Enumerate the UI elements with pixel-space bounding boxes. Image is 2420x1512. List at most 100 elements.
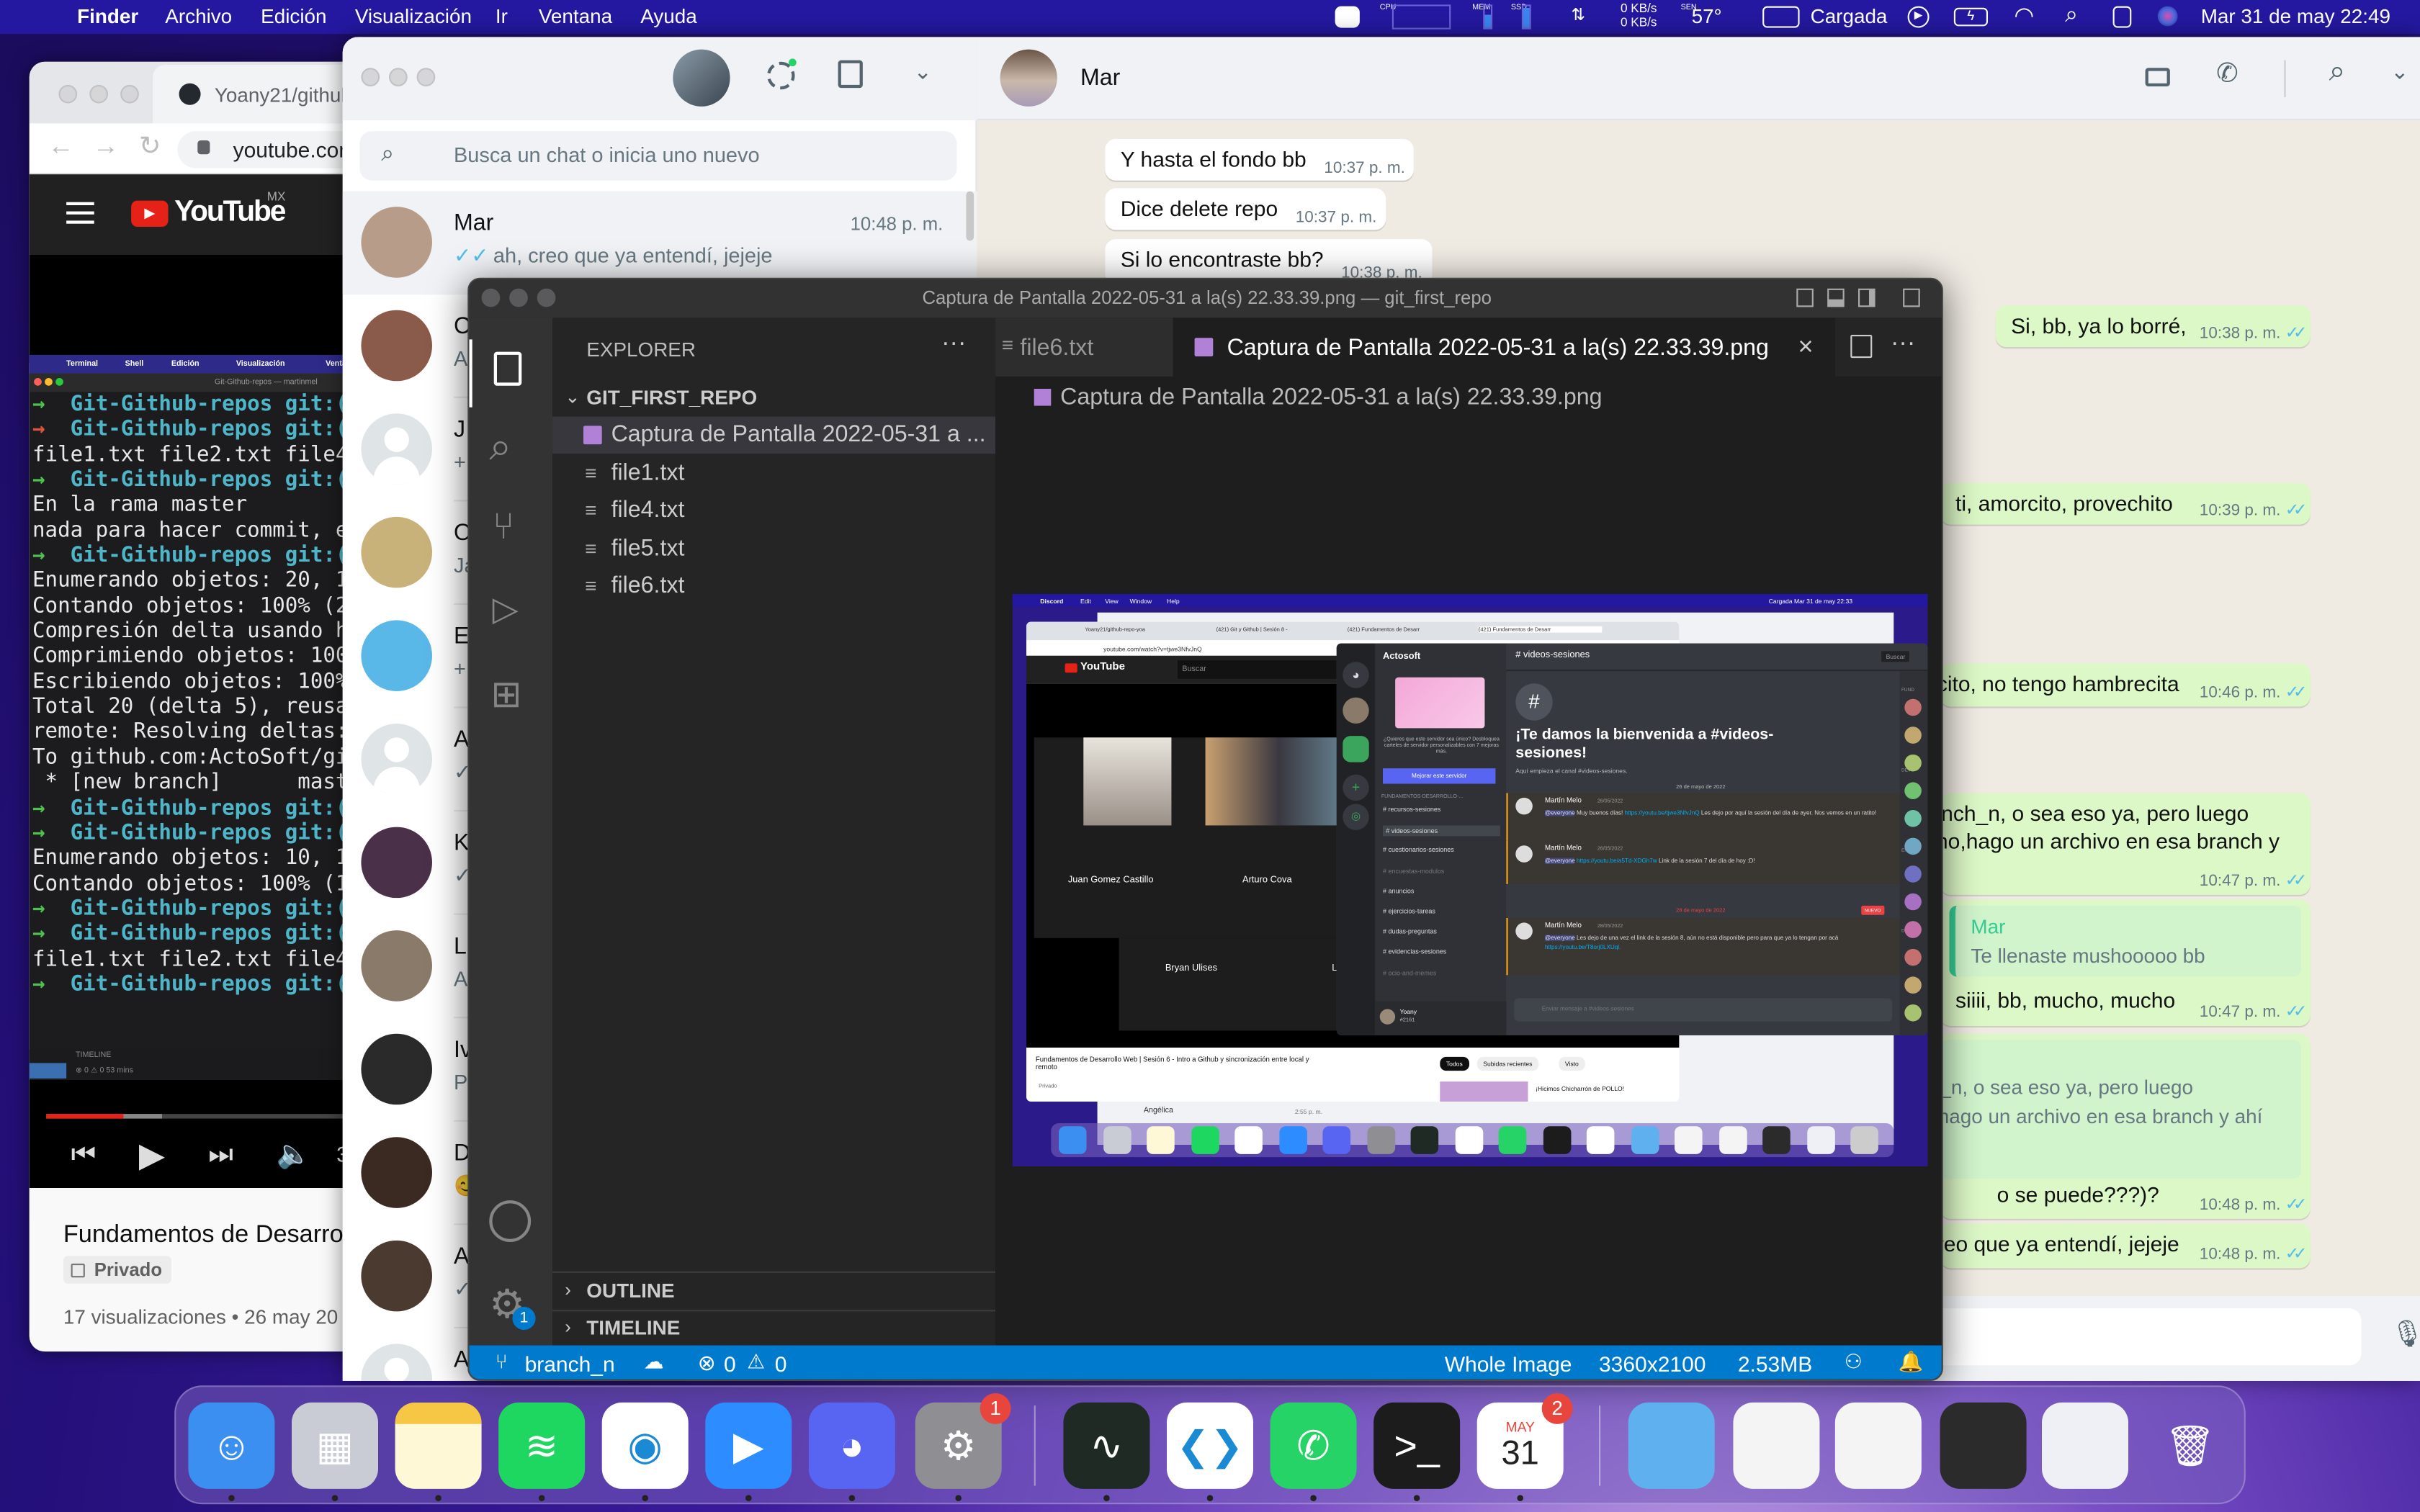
run-debug-icon[interactable]: ▷ <box>493 590 519 630</box>
back-icon[interactable]: ← <box>48 131 73 162</box>
menu-chevron-icon[interactable]: ⌄ <box>2390 58 2408 84</box>
minimize-window-button[interactable] <box>509 288 528 307</box>
extensions-icon[interactable]: ⊞ <box>490 672 521 717</box>
close-window-button[interactable] <box>361 68 380 86</box>
contact-avatar[interactable] <box>1000 49 1057 107</box>
toggle-sidebar-icon[interactable] <box>1796 288 1814 307</box>
contact-name[interactable]: Mar <box>1080 65 1120 91</box>
close-window-button[interactable] <box>58 84 78 104</box>
zoom-window-button[interactable] <box>537 288 556 307</box>
menu-edicion[interactable]: Edición <box>261 4 326 27</box>
ssd-gauge[interactable] <box>1521 4 1531 30</box>
dock-whatsapp-icon[interactable]: ✆ <box>1270 1402 1357 1501</box>
voice-call-icon[interactable]: ✆ <box>2216 58 2238 89</box>
toggle-panel-icon[interactable] <box>1827 288 1845 307</box>
menu-visualizacion[interactable]: Visualización <box>355 4 472 27</box>
branch-name[interactable]: branch_n <box>525 1351 615 1376</box>
play-icon[interactable]: ▶ <box>139 1135 165 1176</box>
tab-file6[interactable]: ≡ file6.txt <box>995 318 1173 377</box>
dock-launchpad-icon[interactable]: ▦ <box>292 1402 378 1501</box>
dock-terminal-icon[interactable]: >_ <box>1373 1402 1461 1501</box>
new-chat-icon[interactable] <box>838 60 863 89</box>
clock[interactable]: Mar 31 de may 22:49 <box>2201 4 2390 27</box>
menu-ir[interactable]: Ir <box>496 4 508 27</box>
warning-icon[interactable]: ⚠ <box>747 1350 765 1374</box>
search-input[interactable]: ⌕ Busca un chat o inicia uno nuevo <box>359 131 957 181</box>
tab-screenshot-png[interactable]: Captura de Pantalla 2022-05-31 a la(s) 2… <box>1173 318 1835 377</box>
dock-recent-4-icon[interactable] <box>2042 1402 2128 1489</box>
zoom-status-icon[interactable] <box>1335 6 1360 28</box>
menu-ayuda[interactable]: Ayuda <box>640 4 697 27</box>
battery-status[interactable]: Cargada <box>1811 4 1888 27</box>
more-actions-icon[interactable]: ··· <box>941 330 966 359</box>
siri-icon[interactable] <box>2157 6 2178 27</box>
close-tab-icon[interactable]: × <box>1798 332 1813 363</box>
dock-discord-icon[interactable]: ◕ <box>808 1402 895 1501</box>
minimize-window-button[interactable] <box>89 84 108 104</box>
minimize-window-button[interactable] <box>389 68 408 86</box>
error-icon[interactable]: ⊗ <box>698 1350 716 1376</box>
reload-icon[interactable]: ↻ <box>139 131 161 162</box>
chevron-down-icon[interactable]: ⌄ <box>565 386 581 408</box>
profile-avatar[interactable] <box>673 49 730 107</box>
dock-notes-icon[interactable] <box>395 1402 482 1501</box>
file-tree-item[interactable]: Captura de Pantalla 2022-05-31 a ... <box>552 416 996 454</box>
dock-vscode-icon[interactable]: ❮❯ <box>1167 1402 1253 1501</box>
next-icon[interactable]: ⏭ <box>208 1138 233 1171</box>
file-tree-item[interactable]: ≡ file4.txt <box>552 492 995 529</box>
dock-spotify-icon[interactable]: ≋ <box>498 1402 586 1501</box>
menu-archivo[interactable]: Archivo <box>165 4 232 27</box>
control-center-icon[interactable] <box>2112 6 2132 28</box>
explorer-icon[interactable] <box>493 351 522 386</box>
menu-app-name[interactable]: Finder <box>77 4 138 27</box>
temperature[interactable]: 57° <box>1692 4 1722 27</box>
file-tree-item[interactable]: ≡ file1.txt <box>552 454 995 491</box>
dock-recent-2-icon[interactable] <box>1834 1402 1922 1489</box>
microphone-icon[interactable]: 🎙 <box>2390 1319 2420 1350</box>
dock-trash-icon[interactable]: 🗑 <box>2147 1403 2233 1489</box>
spotlight-search-icon[interactable]: ⌕ <box>2065 1 2078 27</box>
customize-layout-icon[interactable] <box>1903 288 1920 307</box>
previous-icon[interactable]: ⏮ <box>71 1138 97 1171</box>
image-preview[interactable]: Discord Edit View Window Help Cargada Ma… <box>1012 594 1928 1166</box>
dock-recent-3-icon[interactable] <box>1940 1402 2027 1489</box>
chat-list-scrollbar[interactable] <box>966 191 974 241</box>
outline-section[interactable]: OUTLINE <box>586 1279 674 1302</box>
image-zoom-status[interactable]: Whole Image <box>1445 1351 1572 1376</box>
zoom-window-button[interactable] <box>120 84 139 104</box>
battery-icon[interactable]: ϟ <box>1953 7 1988 27</box>
publish-cloud-icon[interactable]: ☁ <box>644 1350 664 1374</box>
cpu-graph[interactable] <box>1392 4 1451 30</box>
breadcrumb[interactable]: Captura de Pantalla 2022-05-31 a la(s) 2… <box>1060 384 1602 410</box>
timeline-section[interactable]: TIMELINE <box>586 1316 680 1339</box>
feedback-icon[interactable]: ⚇ <box>1845 1350 1863 1374</box>
search-messages-icon[interactable]: ⌕ <box>2329 55 2346 89</box>
dock-recent-1-icon[interactable] <box>1733 1402 1820 1489</box>
split-editor-icon[interactable] <box>1850 335 1873 359</box>
notifications-bell-icon[interactable]: 🔔 <box>1899 1350 1924 1374</box>
toggle-secondary-sidebar-icon[interactable] <box>1858 288 1876 307</box>
dock-activity-monitor-icon[interactable]: ∿ <box>1063 1402 1150 1501</box>
dock-finder-icon[interactable]: ☺ <box>188 1402 275 1501</box>
warning-count[interactable]: 0 <box>775 1351 787 1376</box>
dock-zoom-icon[interactable]: ▶ <box>705 1402 792 1501</box>
message-input[interactable] <box>1903 1308 2362 1366</box>
file-tree-item[interactable]: ≡ file6.txt <box>552 568 995 605</box>
now-playing-icon[interactable]: ▶ <box>1907 6 1930 28</box>
video-call-icon[interactable] <box>2145 68 2170 86</box>
zoom-window-button[interactable] <box>416 68 436 86</box>
menu-ventana[interactable]: Ventana <box>539 4 612 27</box>
dock-chrome-icon[interactable]: ◉ <box>601 1402 689 1501</box>
source-control-icon[interactable]: ⑂ <box>493 506 515 549</box>
dock-system-preferences-icon[interactable]: ⚙ 1 <box>915 1392 1011 1501</box>
volume-icon[interactable]: 🔈 <box>277 1138 311 1171</box>
wifi-icon[interactable]: ◠ <box>2014 1 2034 29</box>
repo-folder[interactable]: GIT_FIRST_REPO <box>586 386 757 409</box>
mem-gauge[interactable] <box>1483 4 1493 30</box>
dock-calendar-icon[interactable]: MAY 31 2 <box>1476 1392 1573 1501</box>
dock-downloads-folder-icon[interactable] <box>1628 1402 1715 1489</box>
error-count[interactable]: 0 <box>724 1351 736 1376</box>
file-tree-item[interactable]: ≡ file5.txt <box>552 530 995 567</box>
search-icon[interactable]: ⌕ <box>489 423 511 472</box>
accounts-icon[interactable] <box>489 1200 532 1242</box>
